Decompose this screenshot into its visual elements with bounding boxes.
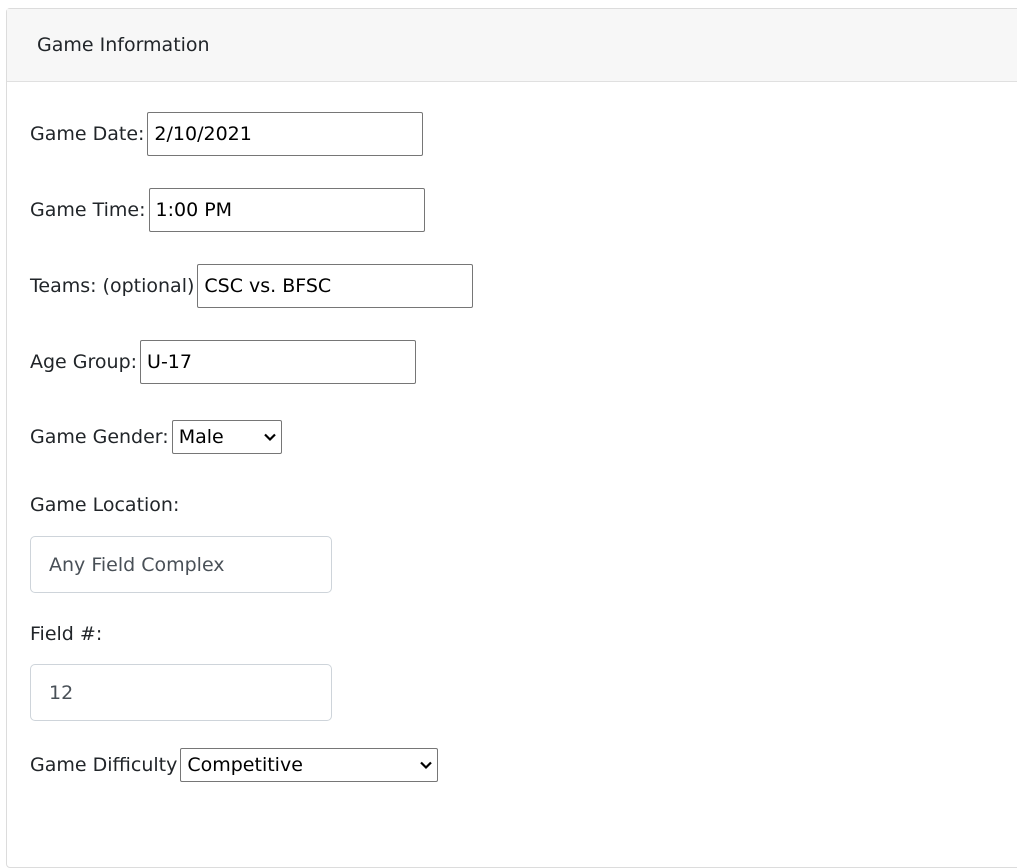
age-group-input[interactable]	[140, 340, 417, 384]
teams-row: Teams: (optional)	[30, 264, 474, 308]
chevron-down-icon	[420, 761, 433, 770]
game-gender-select[interactable]: Male	[171, 420, 282, 454]
game-date-input[interactable]	[147, 112, 424, 156]
game-location-input[interactable]	[30, 536, 332, 593]
card-title: Game Information	[37, 34, 210, 56]
teams-input[interactable]	[197, 264, 474, 308]
game-difficulty-row: Game Difficulty Competitive	[30, 748, 439, 782]
card-header: Game Information	[7, 9, 1017, 82]
game-date-label: Game Date:	[30, 123, 145, 145]
age-group-row: Age Group:	[30, 340, 417, 384]
game-time-label: Game Time:	[30, 199, 146, 221]
field-number-label: Field #:	[30, 623, 103, 645]
chevron-down-icon	[263, 433, 276, 442]
game-gender-label: Game Gender:	[30, 426, 169, 448]
game-gender-selected: Male	[178, 426, 224, 448]
game-difficulty-select[interactable]: Competitive	[180, 748, 439, 782]
game-time-input[interactable]	[148, 188, 425, 232]
game-gender-row: Game Gender: Male	[30, 420, 282, 454]
game-time-row: Game Time:	[30, 188, 425, 232]
game-difficulty-label: Game Difficulty	[30, 754, 178, 776]
field-number-input[interactable]	[30, 664, 332, 721]
age-group-label: Age Group:	[30, 351, 138, 373]
game-date-row: Game Date:	[30, 112, 424, 156]
game-location-label: Game Location:	[30, 494, 180, 516]
teams-label: Teams: (optional)	[30, 275, 195, 297]
game-difficulty-selected: Competitive	[187, 754, 303, 776]
